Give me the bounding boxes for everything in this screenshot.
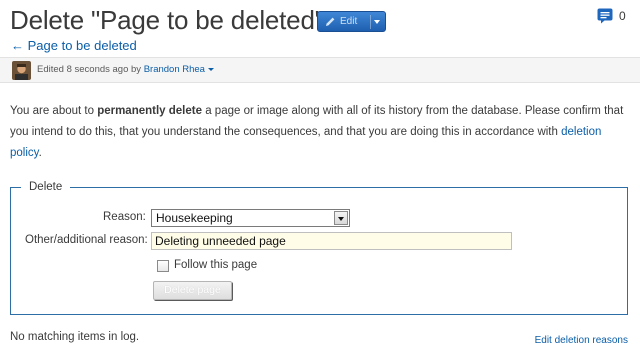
comments-button[interactable]: 0 xyxy=(597,8,626,24)
chevron-down-icon[interactable] xyxy=(334,211,348,225)
reason-label: Reason: xyxy=(103,211,146,223)
edit-button-divider xyxy=(370,15,371,29)
avatar[interactable] xyxy=(12,61,31,80)
comment-bubble-icon xyxy=(597,8,613,24)
chevron-down-icon[interactable] xyxy=(207,67,214,71)
edited-bar: Edited 8 seconds ago by Brandon Rhea xyxy=(0,58,640,83)
edited-prefix: Edited 8 seconds ago by xyxy=(37,64,142,75)
reason-select[interactable]: Housekeeping xyxy=(151,209,350,227)
edit-deletion-reasons-link[interactable]: Edit deletion reasons xyxy=(535,335,628,346)
intro-emphasis: permanently delete xyxy=(97,105,203,117)
fieldset-legend: Delete xyxy=(29,181,63,193)
reason-select-value: Housekeeping xyxy=(156,211,233,225)
comments-count: 0 xyxy=(619,9,626,23)
other-reason-label: Other/additional reason: xyxy=(25,234,148,246)
intro-paragraph: You are about to permanently delete a pa… xyxy=(10,101,630,164)
author-link[interactable]: Brandon Rhea xyxy=(144,64,205,75)
pencil-icon xyxy=(325,16,336,27)
edited-info: Edited 8 seconds ago by Brandon Rhea xyxy=(37,64,214,75)
intro-text: You are about to xyxy=(10,105,98,117)
delete-page-button[interactable]: Delete page xyxy=(153,281,232,300)
log-status: No matching items in log. xyxy=(10,331,140,343)
chevron-down-icon[interactable] xyxy=(374,20,380,24)
intro-text: . xyxy=(38,147,42,159)
other-reason-input[interactable] xyxy=(151,232,512,250)
edit-button-label: Edit xyxy=(340,16,358,27)
follow-checkbox[interactable] xyxy=(157,260,169,272)
back-link[interactable]: ← Page to be deleted xyxy=(11,38,137,53)
edit-button[interactable]: Edit xyxy=(317,11,386,32)
page-title: Delete "Page to be deleted" xyxy=(10,5,324,35)
follow-label[interactable]: Follow this page xyxy=(174,259,257,271)
